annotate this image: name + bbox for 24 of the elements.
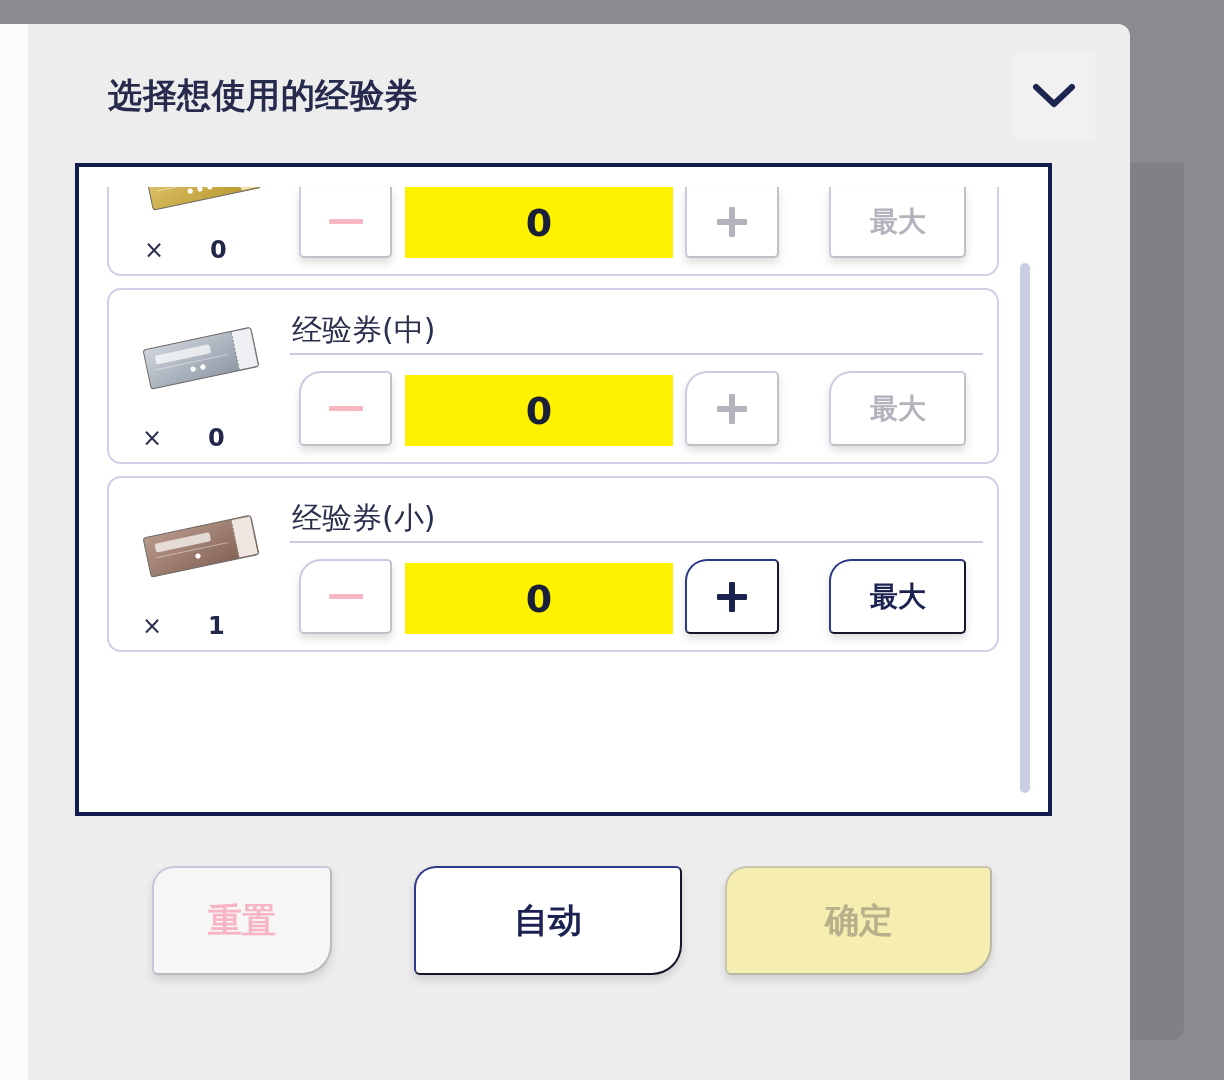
owned-count: 1 xyxy=(208,612,225,640)
times-sign: × xyxy=(142,424,163,452)
quantity-field: 0 xyxy=(405,563,673,634)
plus-icon xyxy=(717,581,747,612)
times-sign: × xyxy=(144,236,165,264)
collapse-button[interactable] xyxy=(1012,52,1095,140)
quantity-field: 0 xyxy=(405,375,673,446)
scrollbar[interactable] xyxy=(1020,263,1030,793)
plus-icon xyxy=(717,393,747,424)
owned-count: 0 xyxy=(208,424,225,452)
quantity-field: 0 xyxy=(405,187,673,258)
owned-count: 0 xyxy=(210,236,227,264)
chevron-down-icon xyxy=(1031,83,1076,109)
max-button[interactable]: 最大 xyxy=(829,559,966,634)
plus-icon xyxy=(717,206,747,237)
minus-icon xyxy=(328,219,363,224)
auto-button[interactable]: 自动 xyxy=(414,866,682,975)
minus-icon xyxy=(328,594,363,599)
ticket-name: 经验券(小) xyxy=(292,499,436,537)
minus-icon xyxy=(328,406,363,411)
increase-button[interactable] xyxy=(685,559,779,634)
dialog-title: 选择想使用的经验券 xyxy=(108,74,419,117)
ticket-name: 经验券(中) xyxy=(292,311,436,349)
times-sign: × xyxy=(142,612,163,640)
